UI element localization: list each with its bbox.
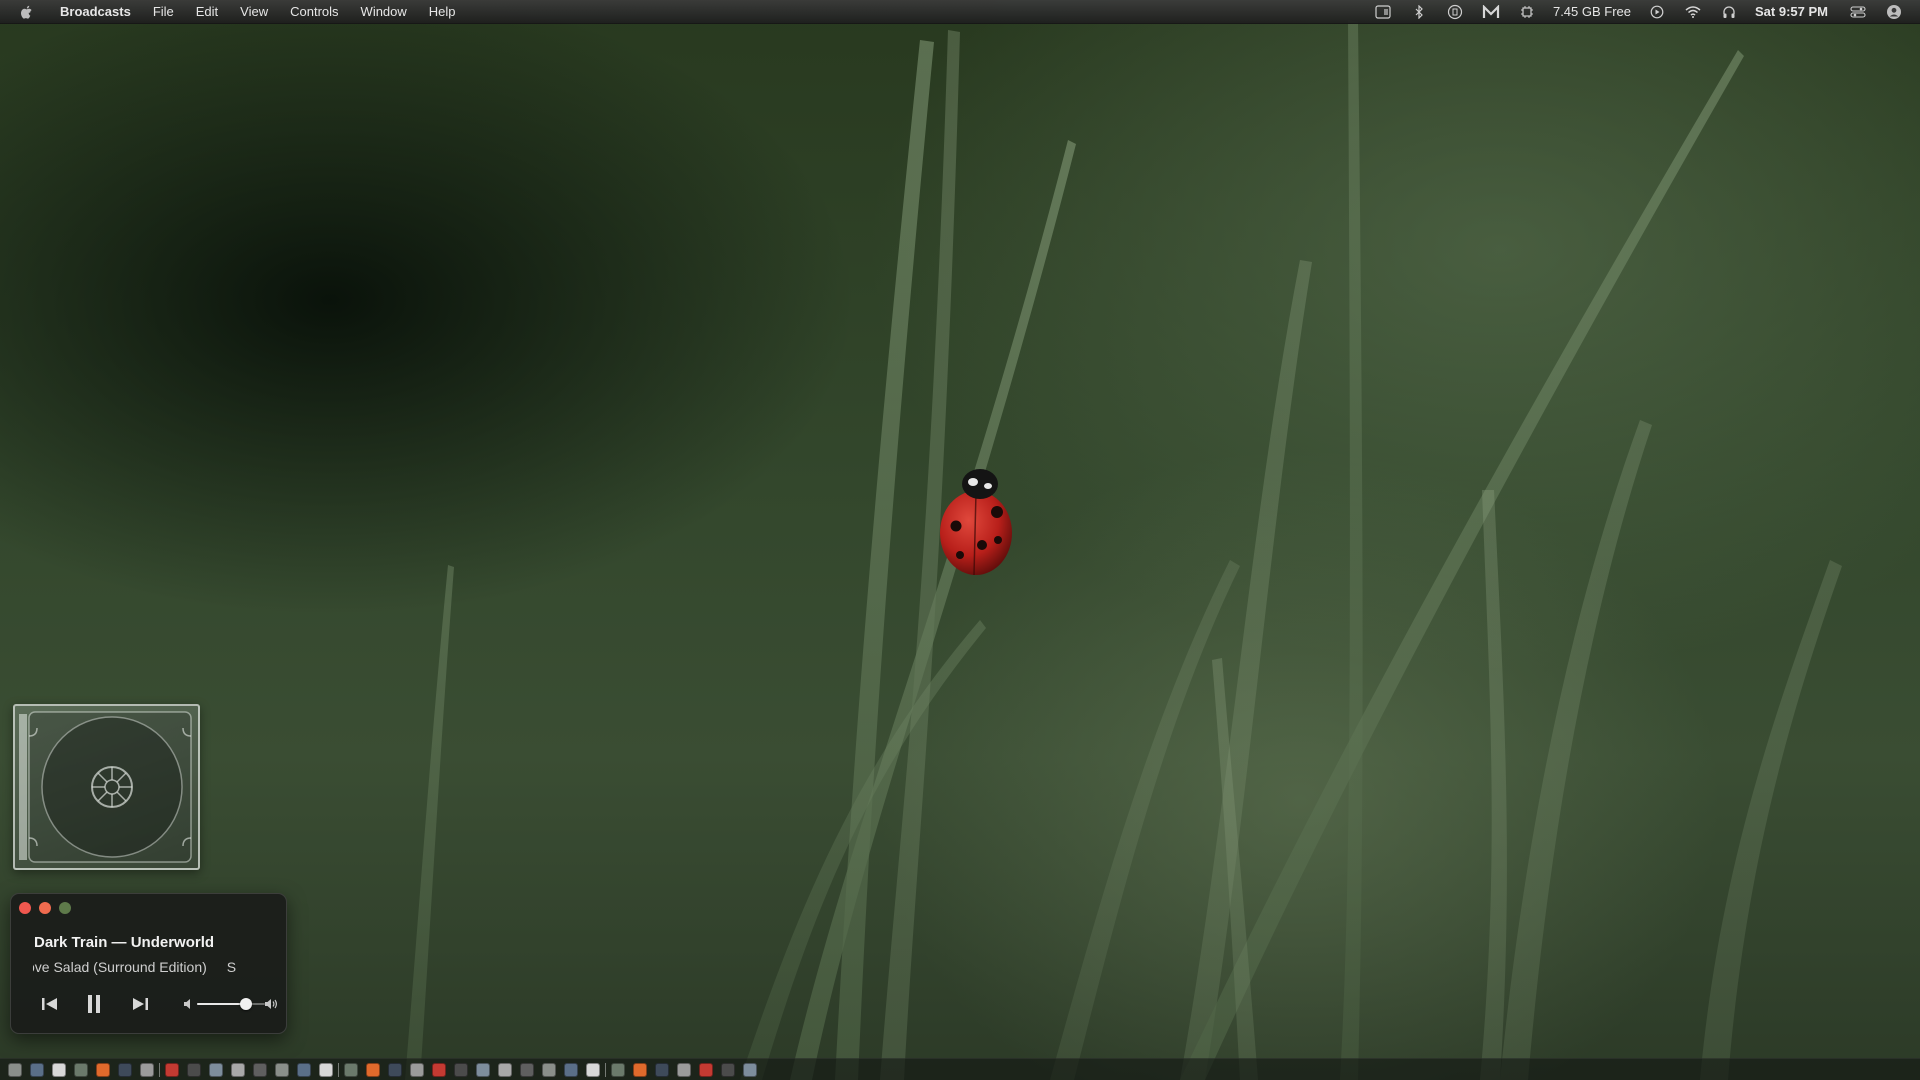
dock-app-icon[interactable] bbox=[165, 1063, 179, 1077]
dock-app-icon[interactable] bbox=[633, 1063, 647, 1077]
dock-app-icon[interactable] bbox=[209, 1063, 223, 1077]
disk-free-text: 7.45 GB Free bbox=[1552, 4, 1632, 19]
pause-icon bbox=[88, 995, 100, 1013]
grass-and-ladybug-photo bbox=[405, 20, 1842, 1080]
dock-app-icon[interactable] bbox=[542, 1063, 556, 1077]
dock-app-icon[interactable] bbox=[677, 1063, 691, 1077]
dock-app-icon[interactable] bbox=[8, 1063, 22, 1077]
dock-app-icon[interactable] bbox=[319, 1063, 333, 1077]
menu-file[interactable]: File bbox=[142, 0, 185, 24]
volume-slider[interactable] bbox=[197, 997, 265, 1011]
dock-app-icon[interactable] bbox=[253, 1063, 267, 1077]
next-icon bbox=[133, 998, 148, 1010]
dock-app-icon[interactable] bbox=[699, 1063, 713, 1077]
status-area: 7.45 GB Free Sat 9:57 PM bbox=[1365, 0, 1920, 24]
wifi-icon[interactable] bbox=[1684, 3, 1702, 21]
next-button[interactable] bbox=[127, 992, 153, 1016]
previous-icon bbox=[42, 998, 57, 1010]
dock-app-icon[interactable] bbox=[275, 1063, 289, 1077]
minimize-button[interactable] bbox=[39, 902, 51, 914]
dock-bar bbox=[0, 1058, 1920, 1080]
dock-separator bbox=[159, 1063, 160, 1077]
ladybug bbox=[940, 469, 1012, 576]
dock-app-icon[interactable] bbox=[586, 1063, 600, 1077]
pause-button[interactable] bbox=[81, 992, 107, 1016]
dock-app-icon[interactable] bbox=[410, 1063, 424, 1077]
dock-app-icon[interactable] bbox=[297, 1063, 311, 1077]
bluetooth-icon[interactable] bbox=[1410, 3, 1428, 21]
menu-window[interactable]: Window bbox=[350, 0, 418, 24]
control-center-icon[interactable] bbox=[1849, 3, 1867, 21]
mini-player-window: Dark Train — Underworld ove Salad (Surro… bbox=[10, 893, 287, 1034]
menubar-clock[interactable]: Sat 9:57 PM bbox=[1755, 4, 1828, 19]
menu-controls[interactable]: Controls bbox=[279, 0, 349, 24]
menu-help[interactable]: Help bbox=[418, 0, 467, 24]
station-name-next: S bbox=[226, 959, 237, 975]
circle-badge-icon[interactable] bbox=[1446, 3, 1464, 21]
play-circle-icon[interactable] bbox=[1648, 3, 1666, 21]
dock-app-icon[interactable] bbox=[743, 1063, 757, 1077]
menu-view[interactable]: View bbox=[229, 0, 279, 24]
volume-fill bbox=[197, 1003, 246, 1005]
dock-app-icon[interactable] bbox=[74, 1063, 88, 1077]
volume-high-icon bbox=[265, 999, 277, 1009]
station-name: ove Salad (Surround Edition) bbox=[33, 959, 207, 975]
menu-bar: Broadcasts File Edit View Controls Windo… bbox=[0, 0, 1920, 24]
dock-app-icon[interactable] bbox=[140, 1063, 154, 1077]
zoom-button[interactable] bbox=[59, 902, 71, 914]
volume-low-icon bbox=[184, 999, 190, 1009]
dock-app-icon[interactable] bbox=[432, 1063, 446, 1077]
dock-app-icon[interactable] bbox=[96, 1063, 110, 1077]
dock-app-icon[interactable] bbox=[30, 1063, 44, 1077]
dock-app-icon[interactable] bbox=[52, 1063, 66, 1077]
dock-app-icon[interactable] bbox=[388, 1063, 402, 1077]
dock-app-icon[interactable] bbox=[564, 1063, 578, 1077]
close-button[interactable] bbox=[19, 902, 31, 914]
dock-app-icon[interactable] bbox=[454, 1063, 468, 1077]
m-logo-icon[interactable] bbox=[1482, 3, 1500, 21]
album-artwork[interactable] bbox=[13, 704, 200, 870]
previous-button[interactable] bbox=[37, 992, 63, 1016]
station-marquee: ove Salad (Surround Edition) S bbox=[33, 959, 275, 979]
menu-app-name[interactable]: Broadcasts bbox=[52, 0, 142, 24]
headphones-icon[interactable] bbox=[1720, 3, 1738, 21]
dock-separator bbox=[605, 1063, 606, 1077]
dock-app-icon[interactable] bbox=[655, 1063, 669, 1077]
dock-separator bbox=[338, 1063, 339, 1077]
dock-app-icon[interactable] bbox=[366, 1063, 380, 1077]
screen-icon[interactable] bbox=[1374, 3, 1392, 21]
now-playing-title: Dark Train — Underworld bbox=[34, 934, 215, 951]
desktop-wallpaper bbox=[0, 0, 1920, 1080]
cd-case-icon bbox=[19, 711, 192, 863]
dock-app-icon[interactable] bbox=[118, 1063, 132, 1077]
dock-app-icon[interactable] bbox=[476, 1063, 490, 1077]
menu-edit[interactable]: Edit bbox=[185, 0, 229, 24]
dock-items bbox=[8, 1062, 765, 1078]
apple-icon[interactable] bbox=[18, 3, 36, 21]
dock-app-icon[interactable] bbox=[611, 1063, 625, 1077]
volume-knob[interactable] bbox=[239, 998, 252, 1010]
dock-app-icon[interactable] bbox=[344, 1063, 358, 1077]
dock-app-icon[interactable] bbox=[231, 1063, 245, 1077]
dock-app-icon[interactable] bbox=[721, 1063, 735, 1077]
chip-icon[interactable] bbox=[1518, 3, 1536, 21]
user-icon[interactable] bbox=[1885, 3, 1903, 21]
dock-app-icon[interactable] bbox=[187, 1063, 201, 1077]
dock-app-icon[interactable] bbox=[498, 1063, 512, 1077]
dock-app-icon[interactable] bbox=[520, 1063, 534, 1077]
